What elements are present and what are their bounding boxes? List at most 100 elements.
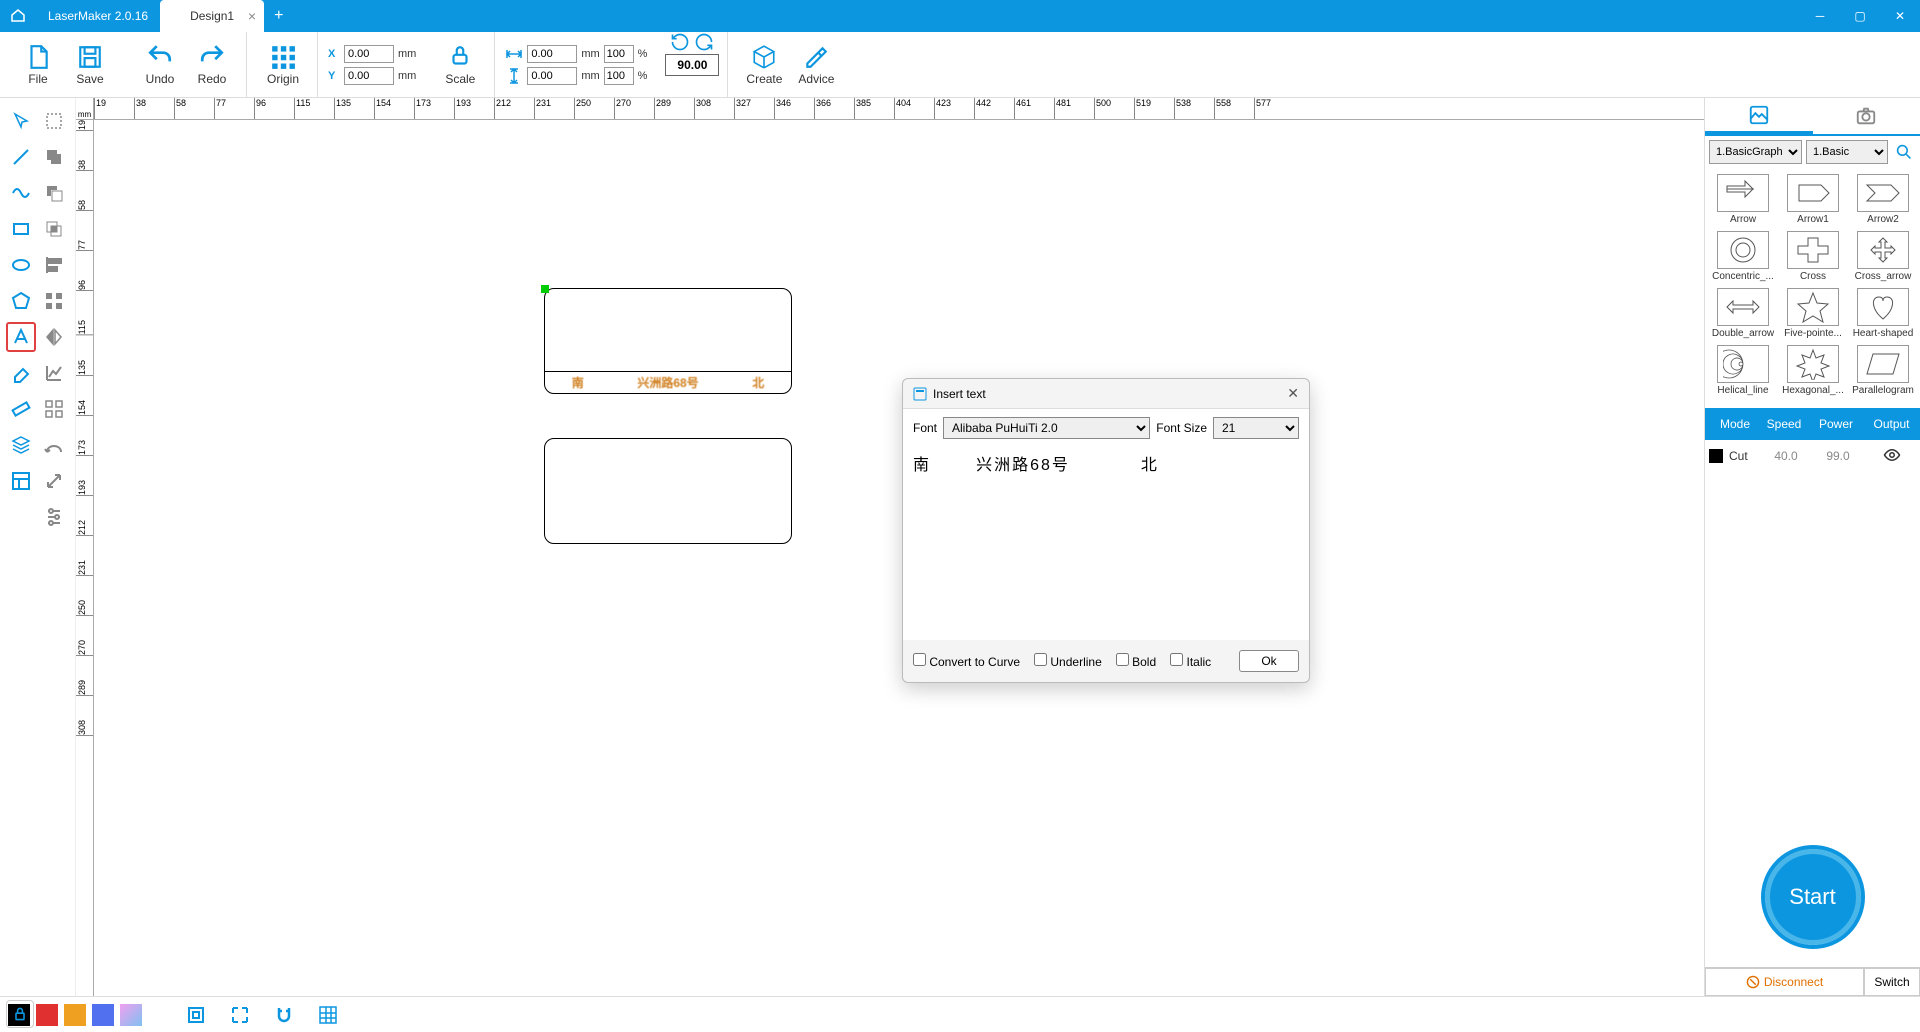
shape-parallelogram[interactable]: Parallelogram <box>1849 343 1917 398</box>
tab-close-icon[interactable]: × <box>248 8 256 24</box>
bold-checkbox[interactable]: Bold <box>1116 653 1156 669</box>
grid-view-icon[interactable] <box>312 999 344 1031</box>
eraser-tool[interactable] <box>6 358 36 388</box>
layer-color-swatch <box>1709 449 1723 463</box>
minimize-icon[interactable]: ─ <box>1800 9 1840 23</box>
shapes-tab[interactable] <box>1705 98 1813 134</box>
grid-shapes-tool[interactable] <box>39 286 69 316</box>
horizontal-ruler: 1938587796115135154173193212231250270289… <box>94 98 1704 120</box>
italic-checkbox[interactable]: Italic <box>1170 653 1211 669</box>
redo-button[interactable]: Redo <box>186 37 238 93</box>
category-2-select[interactable]: 1.Basic <box>1806 140 1888 164</box>
origin-button[interactable]: Origin <box>257 37 309 93</box>
rotate-cw-icon[interactable] <box>694 32 714 52</box>
rectangle-shape-1[interactable]: 南 兴洲路68号 北 <box>544 288 792 394</box>
ok-button[interactable]: Ok <box>1239 650 1299 672</box>
rotate-ccw-icon[interactable] <box>670 32 690 52</box>
resize-handle[interactable] <box>541 285 549 293</box>
path-tool[interactable] <box>39 430 69 460</box>
lock-icon[interactable] <box>6 1000 34 1028</box>
bottom-bar <box>0 996 1920 1032</box>
fit-icon[interactable] <box>180 999 212 1031</box>
file-button[interactable]: File <box>12 37 64 93</box>
text-tool[interactable] <box>6 322 36 352</box>
chart-tool[interactable] <box>39 358 69 388</box>
disconnect-button[interactable]: Disconnect <box>1705 968 1864 996</box>
ellipse-tool[interactable] <box>6 250 36 280</box>
magnet-icon[interactable] <box>268 999 300 1031</box>
y-label: Y <box>328 70 340 82</box>
scale-button[interactable]: Scale <box>434 37 486 93</box>
undo-button[interactable]: Undo <box>134 37 186 93</box>
rect-tool[interactable] <box>6 214 36 244</box>
dialog-icon <box>913 387 927 401</box>
color-red[interactable] <box>36 1004 58 1026</box>
category-1-select[interactable]: 1.BasicGraph <box>1709 140 1802 164</box>
search-icon[interactable] <box>1892 140 1916 164</box>
shape-double_arrow[interactable]: Double_arrow <box>1709 286 1777 341</box>
color-gradient[interactable] <box>120 1004 142 1026</box>
polygon-tool[interactable] <box>6 286 36 316</box>
settings-tool[interactable] <box>39 502 69 532</box>
height-icon <box>505 67 523 85</box>
shape-cross[interactable]: Cross <box>1779 229 1847 284</box>
curve-tool[interactable] <box>6 178 36 208</box>
rectangle-shape-2[interactable] <box>544 438 792 544</box>
x-label: X <box>328 48 340 60</box>
shape-concentric_...[interactable]: Concentric_... <box>1709 229 1777 284</box>
layers-header: Mode Speed Power Output <box>1705 408 1920 440</box>
convert-checkbox[interactable]: Convert to Curve <box>913 653 1020 669</box>
rotate-input[interactable] <box>665 54 719 76</box>
create-button[interactable]: Create <box>738 37 790 93</box>
align-left-tool[interactable] <box>39 250 69 280</box>
document-tab[interactable]: Design1 × <box>160 0 264 32</box>
shape-five-pointe...[interactable]: Five-pointe... <box>1779 286 1847 341</box>
measure-tool[interactable] <box>6 394 36 424</box>
shape-arrow1[interactable]: Arrow1 <box>1779 172 1847 227</box>
intersect-tool[interactable] <box>39 214 69 244</box>
shape-arrow2[interactable]: Arrow2 <box>1849 172 1917 227</box>
visibility-icon[interactable] <box>1865 446 1918 467</box>
underline-checkbox[interactable]: Underline <box>1034 653 1102 669</box>
shape-heart-shaped[interactable]: Heart-shaped <box>1849 286 1917 341</box>
mirror-tool[interactable] <box>39 322 69 352</box>
text-input[interactable] <box>913 447 1299 627</box>
subtract-tool[interactable] <box>39 178 69 208</box>
text-band: 南 兴洲路68号 北 <box>545 371 791 393</box>
close-window-icon[interactable]: ✕ <box>1880 9 1920 23</box>
y-input[interactable] <box>344 67 394 85</box>
zoom-region-icon[interactable] <box>224 999 256 1031</box>
font-size-select[interactable]: 21 <box>1213 417 1299 439</box>
maximize-icon[interactable]: ▢ <box>1840 9 1880 23</box>
direction-tool[interactable] <box>39 466 69 496</box>
dialog-close-icon[interactable]: ✕ <box>1287 385 1299 402</box>
home-icon[interactable] <box>0 7 36 26</box>
height-pct-input[interactable] <box>604 67 634 85</box>
height-input[interactable] <box>527 67 577 85</box>
advice-button[interactable]: Advice <box>790 37 842 93</box>
x-input[interactable] <box>344 45 394 63</box>
shape-cross_arrow[interactable]: Cross_arrow <box>1849 229 1917 284</box>
line-tool[interactable] <box>6 142 36 172</box>
layers-tool[interactable] <box>6 430 36 460</box>
switch-button[interactable]: Switch <box>1864 968 1920 996</box>
width-pct-input[interactable] <box>604 45 634 63</box>
union-tool[interactable] <box>39 142 69 172</box>
width-input[interactable] <box>527 45 577 63</box>
camera-tab[interactable] <box>1813 98 1920 134</box>
color-orange[interactable] <box>64 1004 86 1026</box>
save-button[interactable]: Save <box>64 37 116 93</box>
layer-row[interactable]: Cut 40.0 99.0 <box>1705 440 1920 472</box>
layout-tool[interactable] <box>6 466 36 496</box>
color-blue[interactable] <box>92 1004 114 1026</box>
shape-helical_line[interactable]: Helical_line <box>1709 343 1777 398</box>
start-button[interactable]: Start <box>1765 849 1861 945</box>
select-tool[interactable] <box>6 106 36 136</box>
shape-hexagonal_...[interactable]: Hexagonal_... <box>1779 343 1847 398</box>
font-select[interactable]: Alibaba PuHuiTi 2.0 <box>943 417 1150 439</box>
shape-arrow[interactable]: Arrow <box>1709 172 1777 227</box>
marquee-tool[interactable] <box>39 106 69 136</box>
array-tool[interactable] <box>39 394 69 424</box>
new-tab-button[interactable]: + <box>264 0 293 32</box>
canvas-area[interactable]: mm 1938587796115135154173193212231250270… <box>76 98 1704 996</box>
